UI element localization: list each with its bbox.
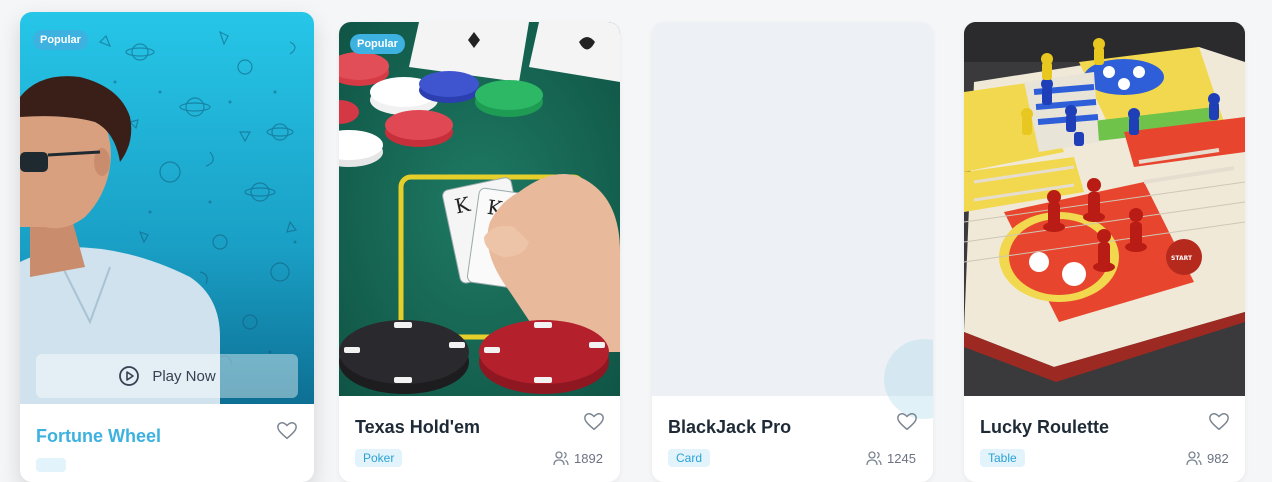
category-tag: [36, 458, 66, 472]
category-tag: Table: [980, 449, 1025, 467]
game-image-placeholder: [652, 22, 933, 396]
play-now-button[interactable]: Play Now: [36, 354, 298, 398]
svg-text:START: START: [1171, 255, 1193, 262]
game-card-fortune-wheel[interactable]: Popular Play Now Fortune Wheel: [20, 12, 314, 482]
popular-badge: Popular: [33, 30, 88, 50]
heart-icon[interactable]: [1208, 411, 1230, 433]
game-card-texas-holdem[interactable]: K K Popular Texas Hold'em Poker 1892: [339, 22, 620, 482]
category-tag: Card: [668, 449, 711, 467]
game-image-lucky-roulette: START: [964, 22, 1245, 396]
game-title[interactable]: Lucky Roulette: [980, 417, 1109, 438]
game-card-lucky-roulette[interactable]: START Lucky Roulette Table 982: [964, 22, 1245, 482]
heart-icon[interactable]: [583, 411, 605, 433]
play-circle-icon: [119, 366, 140, 386]
play-now-label: Play Now: [152, 367, 216, 385]
heart-icon[interactable]: [896, 411, 918, 433]
game-title[interactable]: Fortune Wheel: [36, 426, 161, 447]
category-tag: Poker: [355, 449, 403, 467]
game-image-texas-holdem: K K: [339, 22, 620, 396]
game-title[interactable]: Texas Hold'em: [355, 417, 480, 438]
popular-badge: Popular: [350, 34, 405, 54]
game-card-blackjack-pro[interactable]: BlackJack Pro Card 1245: [652, 22, 933, 482]
game-image-fortune-wheel: [20, 12, 314, 404]
heart-icon[interactable]: [276, 420, 298, 442]
game-title[interactable]: BlackJack Pro: [668, 417, 791, 438]
